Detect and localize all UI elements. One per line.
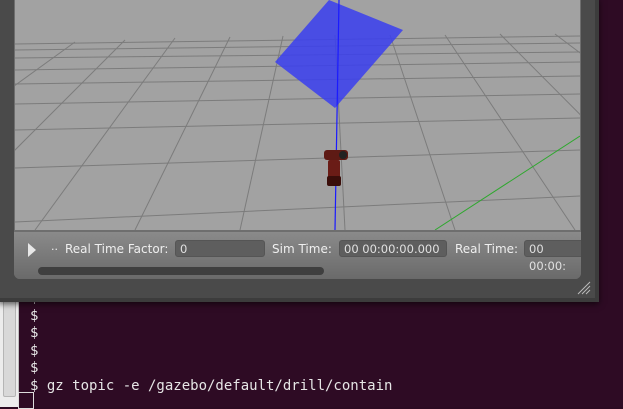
sim-time-label: Sim Time: — [272, 242, 332, 256]
real-time-factor-label: Real Time Factor: — [65, 242, 169, 256]
real-time-label: Real Time: — [455, 242, 519, 256]
3d-viewport[interactable] — [15, 0, 580, 230]
terminal-command-line: $ gz topic -e /gazebo/default/drill/cont… — [30, 377, 393, 394]
step-button[interactable]: .. — [51, 240, 58, 253]
terminal-scrollbar-thumb[interactable] — [3, 300, 16, 397]
horizontal-scrollbar-thumb[interactable] — [38, 267, 324, 275]
status-bar: .. Real Time Factor: 0 Sim Time: 00 00:0… — [14, 232, 581, 279]
resize-grip-icon[interactable] — [574, 278, 592, 296]
terminal-line: $ — [30, 325, 39, 341]
real-time-field: 00 00:00: — [524, 240, 581, 273]
gazebo-window: .. Real Time Factor: 0 Sim Time: 00 00:0… — [0, 0, 599, 302]
scene-svg — [15, 0, 580, 230]
gazebo-render-panel: .. Real Time Factor: 0 Sim Time: 00 00:0… — [14, 0, 581, 279]
terminal-line: $ — [30, 342, 39, 359]
terminal-line: $ — [30, 307, 39, 324]
terminal-line: $ — [30, 360, 39, 376]
gazebo-frame: .. Real Time Factor: 0 Sim Time: 00 00:0… — [0, 0, 595, 298]
real-time-factor-field: 0 — [175, 240, 265, 257]
sim-time-field: 00 00:00:00.000 — [339, 240, 447, 257]
play-icon[interactable] — [28, 243, 36, 257]
terminal-cursor — [18, 392, 34, 409]
terminal-output: $$$$$$ gz topic -e /gazebo/default/drill… — [30, 290, 392, 395]
